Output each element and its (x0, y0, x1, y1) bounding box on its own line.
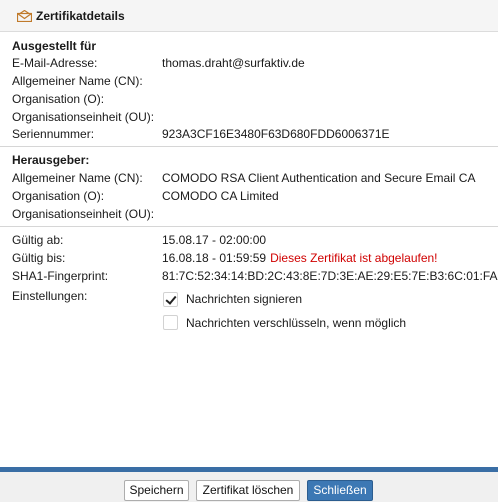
sha1-label: SHA1-Fingerprint: (12, 269, 109, 283)
serial-label: Seriennummer: (12, 127, 95, 141)
delete-certificate-button[interactable]: Zertifikat löschen (196, 480, 300, 501)
issued-to-heading: Ausgestellt für (12, 39, 97, 53)
cn-label: Allgemeiner Name (CN): (12, 74, 143, 88)
envelope-icon (17, 10, 32, 22)
save-button[interactable]: Speichern (124, 480, 189, 501)
issuer-org-unit-label: Organisationseinheit (OU): (12, 207, 155, 221)
dialog-title: Zertifikatdetails (36, 9, 125, 23)
email-value: thomas.draht@surfaktiv.de (162, 56, 305, 70)
issuer-heading: Herausgeber: (12, 153, 90, 167)
issuer-org-value: COMODO CA Limited (162, 189, 279, 203)
close-button[interactable]: Schließen (307, 480, 373, 501)
sha1-value: 81:7C:52:34:14:BD:2C:43:8E:7D:3E:AE:29:E… (162, 269, 498, 283)
valid-to-label: Gültig bis: (12, 251, 66, 265)
valid-from-value: 15.08.17 - 02:00:00 (162, 233, 267, 247)
dialog-titlebar: Zertifikatdetails (0, 0, 498, 32)
encrypt-checkbox-label[interactable]: Nachrichten verschlüsseln, wenn möglich (186, 315, 406, 332)
divider (0, 146, 498, 147)
serial-value: 923A3CF16E3480F63D680FDD6006371E (162, 127, 390, 141)
org-unit-label: Organisationseinheit (OU): (12, 110, 155, 124)
expired-warning: Dieses Zertifikat ist abgelaufen! (270, 251, 438, 265)
issuer-cn-label: Allgemeiner Name (CN): (12, 171, 143, 185)
valid-to-value: 16.08.18 - 01:59:59 (162, 251, 267, 265)
settings-label: Einstellungen: (12, 289, 88, 303)
sign-checkbox-label[interactable]: Nachrichten signieren (186, 291, 302, 308)
encrypt-checkbox[interactable] (163, 315, 178, 330)
issuer-org-label: Organisation (O): (12, 189, 105, 203)
sign-checkbox[interactable] (163, 292, 178, 307)
divider (0, 226, 498, 227)
valid-to-value-row: 16.08.18 - 01:59:59 Dieses Zertifikat ist… (162, 250, 438, 267)
issuer-cn-value: COMODO RSA Client Authentication and Sec… (162, 171, 476, 185)
org-label: Organisation (O): (12, 92, 105, 106)
email-label: E-Mail-Adresse: (12, 56, 98, 70)
valid-from-label: Gültig ab: (12, 233, 64, 247)
